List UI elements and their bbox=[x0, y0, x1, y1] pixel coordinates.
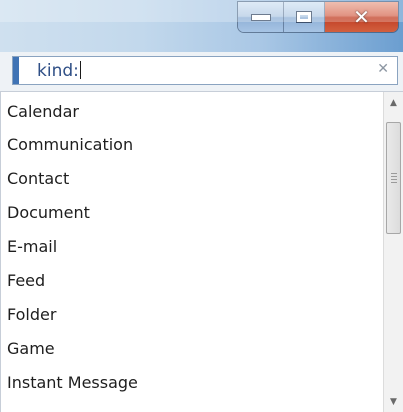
clear-search-icon[interactable]: ✕ bbox=[377, 61, 389, 77]
list-item[interactable]: Game bbox=[7, 332, 55, 365]
thumb-grip-icon bbox=[391, 173, 397, 183]
window-controls: ✕ bbox=[238, 2, 398, 32]
search-focus-accent bbox=[13, 57, 19, 84]
maximize-button[interactable] bbox=[284, 2, 325, 32]
list-item[interactable]: Feed bbox=[7, 264, 45, 297]
list-item[interactable]: Communication bbox=[7, 128, 133, 161]
close-button[interactable]: ✕ bbox=[324, 2, 398, 32]
minimize-icon bbox=[250, 13, 271, 21]
close-icon: ✕ bbox=[353, 5, 370, 29]
minimize-button[interactable] bbox=[238, 2, 285, 32]
search-value: kind: bbox=[37, 61, 79, 81]
list-item[interactable]: Calendar bbox=[7, 95, 79, 128]
title-bar: ✕ bbox=[0, 0, 403, 52]
search-bar: kind: ✕ bbox=[0, 52, 403, 92]
text-caret bbox=[79, 61, 81, 79]
scroll-down-arrow-icon[interactable]: ▼ bbox=[384, 393, 403, 410]
vertical-scrollbar[interactable]: ▲ ▼ bbox=[383, 92, 403, 412]
search-query-text[interactable]: kind: bbox=[37, 61, 81, 81]
scrollbar-thumb[interactable] bbox=[386, 122, 401, 234]
maximize-icon bbox=[296, 11, 313, 23]
kind-suggestion-list: Calendar Communication Contact Document … bbox=[0, 92, 383, 412]
list-item[interactable]: E-mail bbox=[7, 230, 57, 263]
list-item[interactable]: Contact bbox=[7, 162, 69, 195]
list-item[interactable]: Folder bbox=[7, 298, 56, 331]
scroll-up-arrow-icon[interactable]: ▲ bbox=[384, 94, 403, 111]
list-item[interactable]: Instant Message bbox=[7, 366, 138, 399]
search-input[interactable]: kind: ✕ bbox=[12, 56, 398, 85]
list-item[interactable]: Document bbox=[7, 196, 90, 229]
